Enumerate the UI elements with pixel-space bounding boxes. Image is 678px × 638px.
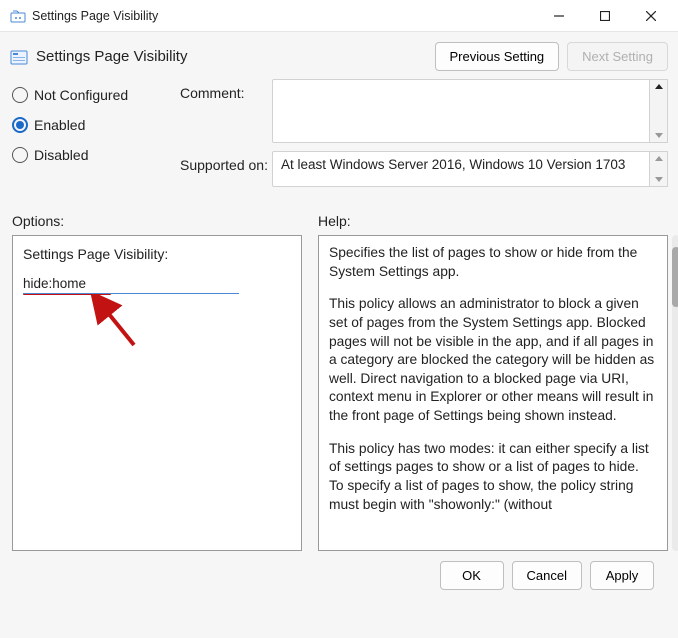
radio-label: Enabled: [34, 117, 85, 133]
comment-textarea[interactable]: [272, 79, 650, 143]
radio-icon: [12, 87, 28, 103]
policy-title: Settings Page Visibility: [36, 48, 187, 65]
close-button[interactable]: [628, 0, 674, 32]
ok-button[interactable]: OK: [440, 561, 504, 590]
supported-scrollbar[interactable]: [650, 151, 668, 187]
policy-header: Settings Page Visibility Previous Settin…: [0, 32, 678, 75]
help-panel: Specifies the list of pages to show or h…: [318, 235, 668, 551]
radio-label: Disabled: [34, 147, 88, 163]
scroll-up-icon: [655, 156, 663, 161]
radio-icon: [12, 147, 28, 163]
scrollbar-thumb[interactable]: [672, 247, 678, 307]
radio-not-configured[interactable]: Not Configured: [12, 87, 180, 103]
cancel-button[interactable]: Cancel: [512, 561, 582, 590]
options-field-label: Settings Page Visibility:: [23, 246, 291, 262]
supported-label: Supported on:: [180, 151, 272, 173]
scroll-up-icon: [655, 84, 663, 89]
help-paragraph: This policy allows an administrator to b…: [329, 295, 655, 425]
radio-icon: [12, 117, 28, 133]
app-icon: [10, 8, 26, 24]
scroll-down-icon: [655, 133, 663, 138]
policy-icon: [10, 48, 28, 66]
help-paragraph: This policy has two modes: it can either…: [329, 440, 655, 515]
maximize-button[interactable]: [582, 0, 628, 32]
titlebar: Settings Page Visibility: [0, 0, 678, 32]
help-paragraph: Specifies the list of pages to show or h…: [329, 244, 655, 281]
radio-disabled[interactable]: Disabled: [12, 147, 180, 163]
previous-setting-button[interactable]: Previous Setting: [435, 42, 560, 71]
scroll-down-icon: [655, 177, 663, 182]
window-title: Settings Page Visibility: [32, 9, 536, 23]
options-section-label: Options:: [12, 213, 318, 229]
comment-scrollbar[interactable]: [650, 79, 668, 143]
next-setting-button: Next Setting: [567, 42, 668, 71]
radio-label: Not Configured: [34, 87, 128, 103]
apply-button[interactable]: Apply: [590, 561, 654, 590]
minimize-button[interactable]: [536, 0, 582, 32]
help-scrollbar[interactable]: [672, 235, 678, 551]
options-panel: Settings Page Visibility:: [12, 235, 302, 551]
annotation-arrow: [90, 295, 150, 354]
comment-label: Comment:: [180, 79, 272, 101]
settings-page-visibility-input[interactable]: [23, 274, 239, 294]
help-section-label: Help:: [318, 213, 668, 229]
radio-enabled[interactable]: Enabled: [12, 117, 180, 133]
supported-on-text: At least Windows Server 2016, Windows 10…: [272, 151, 650, 187]
state-radio-group: Not Configured Enabled Disabled: [12, 79, 180, 163]
